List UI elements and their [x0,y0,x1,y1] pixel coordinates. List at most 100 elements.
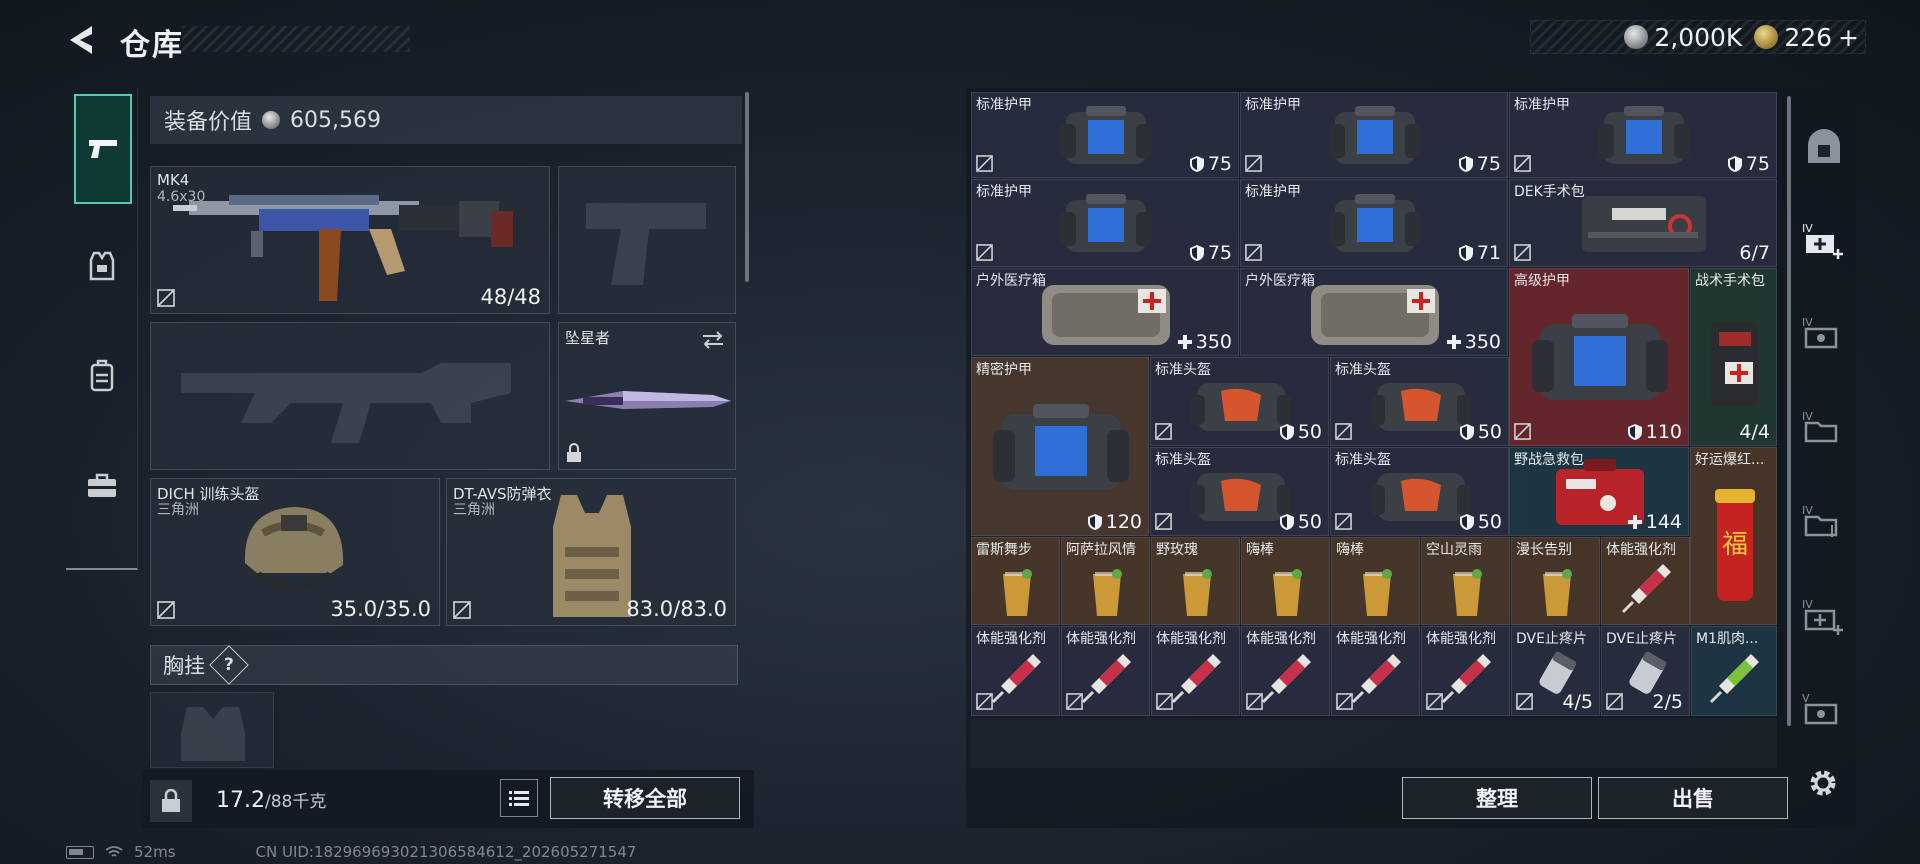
padlock-icon [162,789,180,812]
tab-container-4-files[interactable]: IV [1799,404,1849,454]
tab-case[interactable] [74,458,130,514]
armor-image [1060,194,1152,252]
stash-item[interactable]: 高级护甲 110 [1509,268,1689,446]
wifi-icon [105,846,123,857]
tab-gear[interactable] [74,238,130,294]
durability-shield-icon [1727,156,1742,172]
helmet-slot[interactable]: DICH 训练头盔 三角洲 35.0/35.0 [150,478,440,626]
silver-currency[interactable]: 2,000K [1624,23,1742,52]
stash-item[interactable]: 标准护甲 75 [1240,92,1508,178]
stash-item[interactable]: DVE止疼片 4/5 [1511,626,1600,716]
syringe-image [1709,654,1759,704]
stash-item[interactable]: M1肌肉... [1691,626,1777,716]
stash-item[interactable]: DVE止疼片 2/5 [1601,626,1690,716]
insured-icon [1426,693,1443,710]
tab-weapons[interactable] [74,94,132,204]
stash-item[interactable]: 户外医疗箱 350 [1240,268,1508,356]
armor-slot[interactable]: DT-AVS防弹衣 三角洲 83.0/83.0 [446,478,736,626]
tab-container-4-medical[interactable]: IV [1799,592,1849,642]
stash-item[interactable]: 标准头盔 50 [1150,357,1329,446]
tab-container-4-ammo[interactable]: IV [1799,310,1849,360]
sort-button[interactable]: 整理 [1402,777,1592,819]
stash-item[interactable]: 体能强化剂 [1601,537,1690,625]
stash-item[interactable]: 阿萨拉风情 [1061,537,1150,625]
stash-item[interactable]: 标准护甲 75 [1509,92,1777,178]
armor-image [1329,194,1421,252]
durability-shield-icon [1279,424,1294,440]
back-button[interactable] [62,20,102,60]
stash-item-label: 标准护甲 [976,97,1032,113]
primary-weapon-slot[interactable]: MK4 4.6x30 48/48 [150,166,550,314]
stash-item[interactable]: 标准头盔 50 [1330,447,1509,536]
stash-item[interactable]: 空山灵雨 [1421,537,1510,625]
gold-add-icon[interactable]: + [1838,23,1859,52]
heal-plus-icon [1627,515,1642,529]
stash-item[interactable]: 漫长告别 [1511,537,1600,625]
stash-item[interactable]: 野战急救包 144 [1509,447,1689,536]
stash-item[interactable]: 标准护甲 75 [971,92,1239,178]
medical-add-icon: IV [1802,598,1843,635]
stash-item[interactable]: 标准护甲 71 [1240,179,1508,267]
svg-text:V: V [1802,692,1810,705]
durability-shield-icon [1279,514,1294,530]
gold-currency[interactable]: 226 + [1754,23,1859,52]
stash-item-value-text: 50 [1477,421,1502,443]
secondary-weapon-slot[interactable] [558,166,736,314]
stash-empty-row[interactable] [971,718,1777,768]
stash-item[interactable]: 精密护甲 120 [971,357,1149,536]
melee-slot[interactable]: 坠星者 [558,322,736,470]
insured-icon [1335,423,1352,440]
stash-item[interactable]: 好运爆红... 福 [1690,447,1777,625]
stash-item[interactable]: 标准护甲 75 [971,179,1239,267]
heal-plus-icon [1177,335,1192,349]
page-title: 仓库 [120,28,184,63]
stash-item[interactable]: 标准头盔 50 [1330,357,1509,446]
stash-item[interactable]: 战术手术包 4/4 [1690,268,1777,446]
stash-item-label: 好运爆红... [1695,452,1765,468]
stash-item[interactable]: 标准头盔 50 [1150,447,1329,536]
stash-item[interactable]: 体能强化剂 [1151,626,1240,716]
weight-current: 17.2 [216,788,265,813]
stash-item-label: 嗨棒 [1246,542,1274,558]
stash-item[interactable]: 体能强化剂 [971,626,1060,716]
stash-item[interactable]: 野玫瑰 [1151,537,1240,625]
stash-item[interactable]: 嗨棒 [1331,537,1420,625]
swap-icon[interactable] [699,329,727,351]
transfer-all-button[interactable]: 转移全部 [550,777,740,819]
stash-item-value-text: 350 [1195,331,1232,353]
helmet-image [244,507,344,590]
secondary-rifle-slot[interactable] [150,322,550,470]
tab-backpack[interactable] [74,348,130,404]
cocktail-image [1362,569,1392,616]
stash-item[interactable]: DEK手术包 6/7 [1509,179,1777,267]
helmet-image [1370,382,1471,431]
pistol-silhouette-icon [586,203,706,285]
stash-item[interactable]: 体能强化剂 [1241,626,1330,716]
stash-item[interactable]: 体能强化剂 [1331,626,1420,716]
stash-scrollbar[interactable] [1787,96,1791,726]
insured-icon [1514,423,1531,440]
sell-button[interactable]: 出售 [1598,777,1788,819]
equipment-value: 605,569 [290,107,381,133]
stash-item[interactable]: 雷斯舞步 [971,537,1060,625]
durability-shield-icon [1459,514,1474,530]
tab-all-containers[interactable] [1799,122,1849,172]
help-icon[interactable]: ? [209,645,249,685]
stash-item[interactable]: 户外医疗箱 350 [971,268,1239,356]
stash-item-value: 350 [1446,331,1501,353]
bag-lock-button[interactable] [150,780,192,822]
stash-item[interactable]: 嗨棒 [1241,537,1330,625]
settings-button[interactable] [1802,762,1844,804]
chest-rig-slot[interactable] [150,692,274,768]
stash-item-label: 体能强化剂 [1246,631,1316,647]
stash-item-label: 标准头盔 [1335,362,1391,378]
stash-item-value: 75 [1189,242,1232,264]
tab-container-4-docs[interactable]: IV [1799,498,1849,548]
list-view-button[interactable] [500,779,538,817]
tab-container-4-add[interactable]: IV [1799,216,1849,266]
stash-item[interactable]: 体能强化剂 [1061,626,1150,716]
stash-item[interactable]: 体能强化剂 [1421,626,1510,716]
insured-icon [1514,155,1531,172]
equipment-scrollbar[interactable] [745,92,749,282]
tab-container-5[interactable]: V [1799,686,1849,736]
